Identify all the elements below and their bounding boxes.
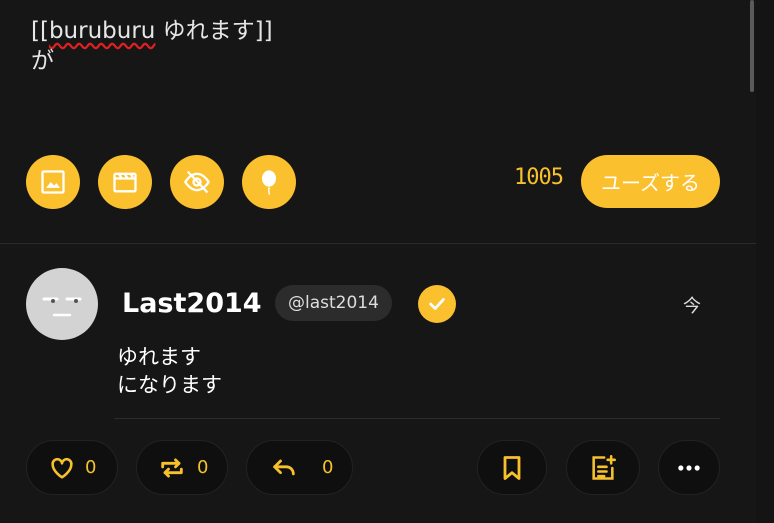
check-icon	[429, 298, 445, 310]
balloon-icon	[262, 170, 276, 196]
more-options-button[interactable]	[658, 440, 720, 495]
compose-line-2: が	[31, 48, 54, 74]
note-add-icon	[592, 454, 616, 480]
character-count: 1005	[514, 165, 564, 190]
add-image-button[interactable]	[26, 155, 80, 209]
like-count: 0	[85, 457, 97, 478]
image-icon	[41, 170, 65, 194]
post-body: ゆれます になります	[117, 343, 222, 399]
hide-content-button[interactable]	[170, 155, 224, 209]
reply-count: 0	[322, 457, 334, 478]
misspelled-word: buruburu	[48, 18, 156, 44]
divider	[0, 243, 756, 244]
scrollbar-track[interactable]	[756, 0, 774, 523]
user-handle[interactable]: @last2014	[275, 285, 392, 321]
repost-button[interactable]: 0	[136, 440, 228, 495]
divider	[114, 418, 720, 419]
display-name[interactable]: Last2014	[122, 288, 262, 319]
balloon-button[interactable]	[242, 155, 296, 209]
bookmark-icon	[503, 455, 521, 480]
verified-badge	[418, 285, 456, 323]
avatar[interactable]	[26, 268, 98, 340]
compose-text-prefix: [[	[31, 18, 49, 44]
post-timestamp[interactable]: 今	[683, 292, 701, 318]
repost-count: 0	[197, 457, 209, 478]
like-button[interactable]: 0	[26, 440, 118, 495]
video-icon	[113, 172, 137, 193]
post-button[interactable]: ユーズする	[581, 155, 720, 208]
add-video-button[interactable]	[98, 155, 152, 209]
eye-off-icon	[183, 170, 211, 194]
avatar-face-icon	[42, 297, 82, 317]
reply-button[interactable]: 0	[246, 440, 353, 495]
post-body-line-1: ゆれます	[117, 345, 201, 369]
compose-text-suffix: ゆれます]]	[155, 18, 273, 44]
bookmark-button[interactable]	[477, 440, 547, 495]
more-horizontal-icon	[678, 464, 700, 471]
add-note-button[interactable]	[566, 440, 640, 495]
post-body-line-2: になります	[117, 373, 222, 397]
scrollbar-thumb[interactable]	[750, 0, 754, 92]
repost-icon	[161, 457, 183, 478]
reply-icon	[273, 459, 295, 475]
compose-text-area[interactable]: [[buruburu ゆれます]] が	[31, 16, 273, 76]
compose-line-1: [[buruburu ゆれます]]	[31, 16, 273, 46]
heart-icon	[51, 457, 73, 479]
